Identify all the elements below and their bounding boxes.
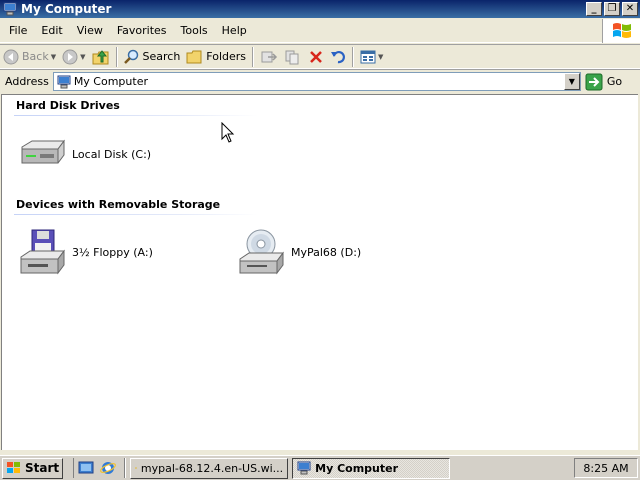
menu-favorites[interactable]: Favorites [110, 24, 174, 37]
close-button[interactable]: ✕ [622, 2, 638, 16]
windows-flag-icon [7, 462, 20, 473]
my-computer-icon [57, 75, 71, 88]
minimize-button[interactable]: _ [586, 2, 602, 16]
internet-explorer-icon[interactable] [100, 460, 117, 476]
search-label: Search [142, 50, 181, 63]
back-arrow-icon [3, 49, 19, 64]
group-header-hard-disk-drives: Hard Disk Drives [16, 99, 120, 112]
task-my-computer[interactable]: My Computer [292, 457, 451, 479]
show-desktop-icon[interactable] [78, 460, 94, 476]
move-to-icon [261, 51, 278, 62]
views-dropdown-icon[interactable]: ▼ [378, 53, 383, 61]
copy-to-icon [285, 50, 299, 64]
folders-icon [186, 50, 202, 63]
address-dropdown-icon[interactable]: ▼ [563, 73, 580, 90]
address-value[interactable]: My Computer [74, 75, 564, 88]
copy-to-button[interactable] [281, 46, 305, 68]
go-arrow-icon [585, 73, 603, 90]
drive-label: 3½ Floppy (A:) [72, 245, 153, 259]
views-button[interactable]: ▼ [357, 46, 386, 68]
forward-arrow-icon [62, 49, 78, 64]
task-label: mypal-68.12.4.en-US.wi... [140, 461, 284, 475]
menu-help[interactable]: Help [215, 24, 254, 37]
go-button[interactable]: Go [585, 73, 622, 91]
folder-icon [135, 467, 137, 469]
window-title: My Computer [21, 2, 112, 16]
forward-dropdown-icon[interactable]: ▼ [80, 53, 85, 61]
clock-time: 8:25 AM [583, 461, 629, 475]
drive-cd-mypal68-d[interactable]: MyPal68 (D:) [237, 229, 361, 275]
restore-button[interactable]: ❐ [604, 2, 620, 16]
drive-label: MyPal68 (D:) [291, 245, 362, 259]
drive-floppy-a[interactable]: 3½ Floppy (A:) [18, 229, 153, 275]
windows-logo-icon [602, 19, 640, 43]
content-pane[interactable]: Hard Disk Drives Local Disk (C:) Devices… [1, 94, 638, 450]
toolbar-separator [352, 46, 355, 67]
delete-x-icon [310, 50, 322, 63]
search-button[interactable]: Search [121, 46, 184, 68]
title-bar[interactable]: My Computer _ ❐ ✕ [0, 0, 640, 18]
system-tray-clock[interactable]: 8:25 AM [574, 458, 638, 478]
start-label: Start [25, 461, 60, 475]
views-icon [360, 50, 376, 63]
drive-local-disk-c[interactable]: Local Disk (C:) [18, 137, 151, 171]
taskbar-separator [124, 458, 127, 478]
folders-button[interactable]: Folders [183, 46, 249, 68]
menu-file[interactable]: File [0, 24, 34, 37]
undo-icon [331, 50, 345, 63]
floppy-drive-icon [20, 229, 65, 275]
address-label: Address [5, 75, 49, 88]
mouse-pointer-icon [221, 122, 235, 143]
menu-bar: File Edit View Favorites Tools Help [0, 19, 640, 43]
up-folder-icon [92, 49, 108, 64]
my-computer-icon [297, 461, 311, 475]
search-icon [123, 49, 138, 64]
toolbar-separator [252, 46, 255, 67]
toolbar-separator [115, 46, 118, 67]
cd-drive-icon [239, 229, 284, 275]
standard-toolbar: Back ▼ ▼ Search Folders ▼ [0, 44, 640, 69]
forward-button[interactable]: ▼ [59, 46, 88, 68]
task-mypal-installer[interactable]: mypal-68.12.4.en-US.wi... [130, 457, 289, 479]
my-computer-icon [3, 2, 17, 16]
folders-label: Folders [206, 50, 247, 63]
start-button[interactable]: Start [2, 457, 64, 479]
group-divider [14, 115, 258, 116]
back-label: Back [22, 50, 49, 63]
back-button[interactable]: Back ▼ [0, 46, 59, 68]
group-divider [14, 214, 258, 215]
undo-button[interactable] [327, 46, 349, 68]
taskbar: Start mypal-68.12.4.en-US.wi... My Compu… [0, 455, 640, 480]
delete-button[interactable] [305, 46, 327, 68]
address-bar: Address My Computer ▼ Go [0, 69, 640, 93]
move-to-button[interactable] [257, 46, 281, 68]
quick-launch [73, 458, 117, 478]
task-label: My Computer [315, 461, 399, 475]
menu-tools[interactable]: Tools [174, 24, 215, 37]
go-label: Go [606, 75, 623, 88]
address-field[interactable]: My Computer ▼ [52, 72, 581, 91]
menu-edit[interactable]: Edit [34, 24, 69, 37]
hard-disk-icon [21, 139, 65, 164]
menu-view[interactable]: View [70, 24, 110, 37]
back-dropdown-icon[interactable]: ▼ [51, 53, 56, 61]
drive-label: Local Disk (C:) [72, 147, 152, 161]
up-folder-button[interactable] [89, 46, 113, 68]
group-header-removable-storage: Devices with Removable Storage [16, 198, 221, 211]
